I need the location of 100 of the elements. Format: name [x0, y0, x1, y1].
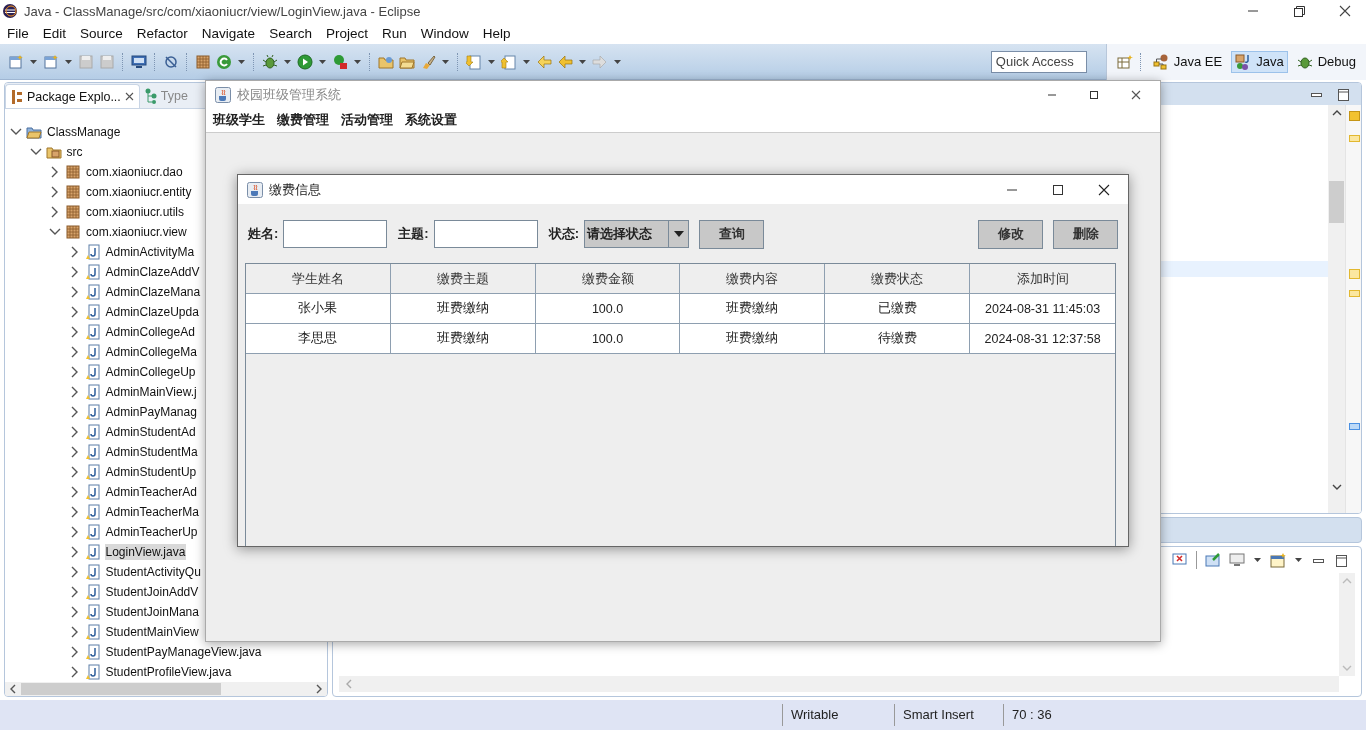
crossed-circle-icon[interactable] — [163, 53, 179, 70]
column-header[interactable]: 缴费金额 — [535, 264, 681, 294]
caret-icon[interactable] — [64, 57, 73, 66]
scroll-up-icon[interactable] — [1331, 109, 1342, 117]
tree-item[interactable]: ClassManage — [46, 124, 122, 140]
menu-item[interactable]: Source — [73, 25, 130, 41]
column-header[interactable]: 学生姓名 — [246, 264, 391, 294]
brush-icon[interactable] — [420, 53, 436, 70]
scroll-right-icon[interactable] — [315, 684, 323, 694]
tree-item[interactable]: AdminCollegeMa — [104, 344, 198, 360]
menu-item[interactable]: Help — [475, 25, 518, 41]
menu-item[interactable]: 活动管理 — [335, 111, 399, 129]
tree-item[interactable]: AdminCollegeUp — [104, 364, 197, 380]
monitor-icon[interactable] — [131, 53, 147, 70]
caret-icon[interactable] — [1294, 556, 1303, 564]
close-button[interactable] — [1338, 4, 1352, 18]
menu-item[interactable]: 缴费管理 — [271, 111, 335, 129]
text-field[interactable] — [433, 220, 538, 248]
caret-icon[interactable] — [578, 57, 587, 66]
scrollbar-thumb[interactable] — [21, 683, 221, 695]
status-dropdown[interactable]: 请选择状态 — [584, 220, 690, 248]
java-ee-icon[interactable] — [1152, 53, 1169, 70]
maximize-button[interactable] — [1051, 182, 1065, 197]
tree-item[interactable]: AdminTeacherAd — [104, 484, 198, 500]
tree-item[interactable]: AdminPayManag — [104, 404, 198, 420]
tree-item[interactable]: StudentActivityQu — [104, 564, 202, 580]
new-wizard-icon[interactable] — [8, 53, 24, 70]
display-icon[interactable] — [1229, 552, 1245, 568]
menu-item[interactable]: Navigate — [194, 25, 263, 41]
caret-icon[interactable] — [29, 57, 38, 66]
close-button[interactable] — [1097, 182, 1111, 197]
tree-item[interactable]: StudentMainView — [104, 624, 200, 640]
perspective-button[interactable]: Debug — [1292, 50, 1360, 73]
scrollbar-thumb[interactable] — [1329, 181, 1344, 223]
menu-item[interactable]: 系统设置 — [399, 111, 463, 129]
quick-access-field[interactable]: Quick Access — [990, 50, 1087, 73]
tree-item[interactable]: com.xiaoniucr.utils — [85, 204, 186, 220]
open-perspective-icon[interactable] — [1116, 53, 1133, 70]
text-field[interactable] — [283, 220, 388, 248]
edit-button[interactable]: 修改 — [978, 219, 1043, 249]
caret-icon[interactable] — [318, 57, 327, 66]
perspective-button[interactable]: Java — [1231, 50, 1288, 73]
tree-item[interactable]: AdminActivityMa — [104, 244, 196, 260]
close-view-icon[interactable] — [123, 91, 135, 102]
scroll-down-icon[interactable] — [1331, 483, 1342, 491]
tree-item[interactable]: AdminStudentUp — [104, 464, 198, 480]
tree-item[interactable]: StudentJoinAddV — [104, 584, 200, 600]
bug-icon[interactable] — [262, 53, 278, 70]
tree-item[interactable]: com.xiaoniucr.entity — [85, 184, 193, 200]
run-icon[interactable] — [297, 53, 313, 70]
menu-item[interactable]: Refactor — [129, 25, 195, 41]
scroll-left-icon[interactable] — [9, 684, 17, 694]
tree-item[interactable]: LoginView.java — [104, 544, 187, 560]
search-button[interactable]: 查询 — [699, 219, 765, 249]
tree-item[interactable]: AdminTeacherMa — [104, 504, 200, 520]
menu-item[interactable]: Window — [413, 25, 476, 41]
tree-item[interactable]: StudentProfileView.java — [104, 664, 233, 680]
tree-item[interactable]: AdminStudentAd — [104, 424, 197, 440]
maximize-view-icon[interactable] — [1336, 86, 1351, 102]
refresh-icon[interactable] — [216, 53, 232, 70]
column-header[interactable]: 缴费状态 — [825, 264, 971, 294]
new-window-icon[interactable] — [1270, 552, 1286, 568]
package-icon[interactable] — [195, 53, 211, 70]
close-button[interactable] — [1130, 88, 1142, 101]
tree-item[interactable]: StudentPayManageView.java — [104, 644, 263, 660]
menu-item[interactable]: 班级学生 — [207, 111, 271, 129]
delete-button[interactable]: 删除 — [1053, 219, 1118, 249]
maximize-button[interactable] — [1088, 88, 1100, 101]
remove-launch-icon[interactable] — [1172, 552, 1188, 568]
maximize-view-icon[interactable] — [1334, 552, 1349, 568]
tree-item[interactable]: src — [65, 144, 84, 160]
caret-icon[interactable] — [237, 57, 246, 66]
column-header[interactable]: 缴费内容 — [680, 264, 826, 294]
caret-icon[interactable] — [283, 57, 292, 66]
previous-annotation-icon[interactable] — [501, 53, 517, 70]
tree-item[interactable]: com.xiaoniucr.dao — [85, 164, 184, 180]
perspective-button[interactable]: Java EE — [1148, 50, 1227, 73]
menu-item[interactable]: File — [0, 25, 36, 41]
restore-button[interactable] — [1292, 4, 1306, 18]
caret-icon[interactable] — [613, 57, 622, 66]
new-class-icon[interactable] — [43, 53, 59, 70]
caret-icon[interactable] — [441, 57, 450, 66]
tree-item[interactable]: AdminMainView.j — [104, 384, 198, 400]
menu-item[interactable]: Edit — [35, 25, 74, 41]
column-header[interactable]: 缴费主题 — [390, 264, 536, 294]
menu-item[interactable]: Search — [262, 25, 319, 41]
menu-item[interactable]: Project — [318, 25, 375, 41]
tree-item[interactable]: AdminStudentMa — [104, 444, 199, 460]
view-tab[interactable]: Package Explo... — [5, 84, 140, 108]
tree-item[interactable]: AdminClazeUpda — [104, 304, 200, 320]
tree-item[interactable]: AdminTeacherUp — [104, 524, 199, 540]
java-perspective-icon[interactable] — [1235, 53, 1252, 70]
caret-icon[interactable] — [487, 57, 496, 66]
pin-icon[interactable] — [1205, 552, 1221, 568]
caret-icon[interactable] — [353, 57, 362, 66]
menu-item[interactable]: Run — [374, 25, 414, 41]
next-annotation-icon[interactable] — [466, 53, 482, 70]
tree-item[interactable]: AdminClazeMana — [104, 284, 202, 300]
caret-icon[interactable] — [1253, 556, 1262, 564]
caret-icon[interactable] — [522, 57, 531, 66]
